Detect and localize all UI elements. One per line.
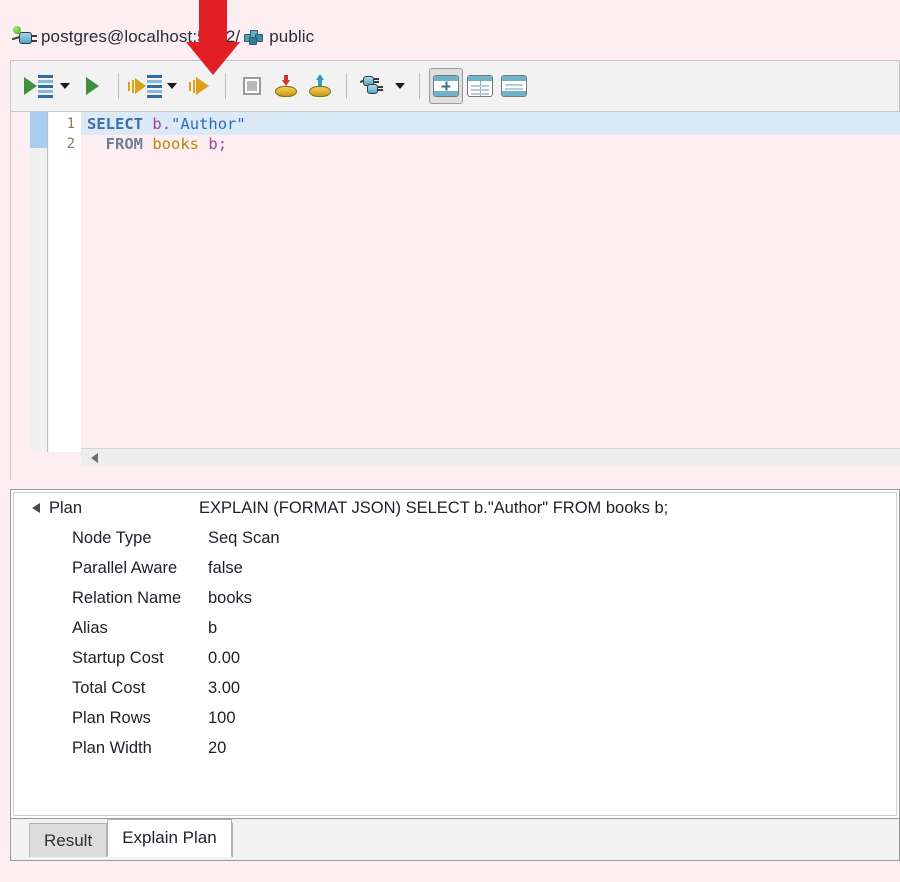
explain-plan-tree[interactable]: Plan EXPLAIN (FORMAT JSON) SELECT b."Aut… [13, 492, 897, 816]
plan-bars-icon [127, 79, 135, 93]
plan-row[interactable]: Relation Name books [14, 583, 896, 613]
layout-vertical-button[interactable] [429, 68, 463, 104]
stop-execution-button[interactable] [235, 68, 269, 104]
line-number: 1 [66, 116, 75, 132]
chevron-down-icon [395, 83, 405, 89]
rollback-icon [308, 74, 332, 97]
connection-label: postgres@localhost:5432/ [41, 27, 241, 46]
line-number: 2 [66, 136, 75, 152]
plan-key: Plan Rows [72, 708, 151, 727]
transaction-mode-button[interactable] [356, 68, 390, 104]
chevron-down-icon [167, 83, 177, 89]
play-icon [85, 77, 99, 95]
scroll-left-arrow-icon[interactable] [91, 452, 98, 463]
database-connection-icon [11, 26, 38, 48]
plan-bars-icon [188, 79, 196, 93]
plan-value: 100 [208, 708, 236, 727]
layout-grid-icon [467, 75, 493, 97]
play-gold-icon [196, 77, 210, 95]
code-line-2[interactable]: FROM books b; [81, 135, 900, 154]
sql-column: "Author" [171, 115, 246, 133]
plan-value: books [208, 588, 253, 607]
sql-alias: b [208, 135, 218, 153]
tab-label: Explain Plan [122, 828, 217, 847]
editor-horizontal-scrollbar[interactable] [81, 448, 900, 466]
connection-breadcrumb: postgres@localhost:5432/ public [0, 20, 900, 54]
tab-bar-divider [231, 823, 233, 857]
layout-maximize-icon [501, 75, 527, 97]
play-script-icon [23, 77, 37, 95]
transaction-mode-icon [359, 75, 386, 97]
code-line-1[interactable]: SELECT b."Author" [81, 112, 900, 135]
plan-value: b [208, 618, 218, 637]
plan-key: Total Cost [72, 678, 146, 697]
explain-plan-panel: Plan EXPLAIN (FORMAT JSON) SELECT b."Aut… [10, 489, 900, 819]
editor-marker-column[interactable] [30, 112, 48, 452]
script-lines-icon [147, 74, 163, 98]
execute-script-dropdown-button[interactable] [55, 68, 75, 104]
explain-execution-plan-button[interactable] [182, 68, 216, 104]
plan-value: 0.00 [208, 648, 241, 667]
plan-key: Alias [72, 618, 108, 637]
plan-key: Plan Width [72, 738, 152, 757]
plan-key: Startup Cost [72, 648, 164, 667]
sql-dot: . [161, 115, 172, 133]
schema-blocks-icon [244, 27, 264, 47]
plan-row[interactable]: Total Cost 3.00 [14, 673, 896, 703]
play-gold-icon [135, 78, 147, 94]
sql-toolbar [10, 60, 900, 112]
commit-button[interactable] [269, 68, 303, 104]
line-number-column: 1 2 [49, 112, 81, 452]
rollback-button[interactable] [303, 68, 337, 104]
stop-icon [243, 77, 261, 95]
sql-semicolon: ; [217, 135, 228, 153]
tab-label: Result [44, 830, 93, 850]
plan-row[interactable]: Node Type Seq Scan [14, 523, 896, 553]
execute-statement-button[interactable] [75, 68, 109, 104]
sql-keyword-select: SELECT [87, 115, 143, 133]
sql-alias: b [152, 115, 162, 133]
transaction-mode-dropdown-button[interactable] [390, 68, 410, 104]
commit-icon [274, 75, 298, 97]
plan-row[interactable]: Parallel Aware false [14, 553, 896, 583]
editor-marker-highlight [30, 112, 47, 148]
script-lines-icon [37, 74, 53, 98]
plan-row[interactable]: Plan Width 20 [14, 733, 896, 763]
sql-editor-window: postgres@localhost:5432/ public 1 2 SELE… [0, 0, 900, 882]
plan-value: 20 [208, 738, 227, 757]
plan-key: Parallel Aware [72, 558, 178, 577]
explain-plan-dropdown-button[interactable] [162, 68, 182, 104]
tree-expand-arrow-icon[interactable] [32, 503, 40, 513]
toolbar-separator [118, 73, 119, 99]
sql-keyword-from: FROM [105, 135, 143, 153]
plan-value: 3.00 [208, 678, 241, 697]
plan-row[interactable]: Startup Cost 0.00 [14, 643, 896, 673]
chevron-down-icon [60, 83, 70, 89]
code-area[interactable]: SELECT b."Author" FROM books b; [81, 112, 900, 452]
execute-sql-script-button[interactable] [21, 68, 55, 104]
plan-row[interactable]: Alias b [14, 613, 896, 643]
connection-status-dot [13, 26, 21, 34]
toolbar-separator [225, 73, 226, 99]
plan-value: Seq Scan [208, 528, 280, 547]
plan-value: false [208, 558, 243, 577]
plan-key: Plan [49, 498, 83, 517]
schema-label: public [269, 27, 315, 46]
plan-row[interactable]: Plan Rows 100 [14, 703, 896, 733]
sql-table: books [152, 135, 200, 153]
plan-value: EXPLAIN (FORMAT JSON) SELECT b."Author" … [199, 498, 669, 517]
plan-row[interactable]: Plan EXPLAIN (FORMAT JSON) SELECT b."Aut… [14, 493, 896, 523]
layout-maximize-button[interactable] [497, 68, 531, 104]
plan-key: Relation Name [72, 588, 182, 607]
layout-vertical-icon [433, 75, 459, 97]
sql-editor[interactable]: 1 2 SELECT b."Author" FROM books b; [10, 112, 900, 480]
tab-result[interactable]: Result [29, 823, 108, 857]
plan-key: Node Type [72, 528, 152, 547]
toolbar-separator [419, 73, 420, 99]
tab-explain-plan[interactable]: Explain Plan [107, 819, 232, 857]
results-tab-bar: Result Explain Plan [10, 819, 900, 861]
explain-execution-plan-script-button[interactable] [127, 68, 163, 104]
layout-horizontal-button[interactable] [463, 68, 497, 104]
toolbar-separator [346, 73, 347, 99]
